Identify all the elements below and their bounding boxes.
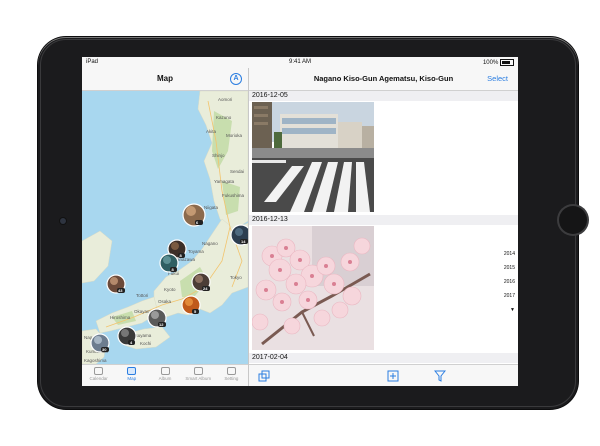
tab-label: Calendar — [89, 376, 108, 381]
year-index-more[interactable]: ▼ — [495, 307, 515, 321]
map-icon — [127, 367, 137, 375]
map-title: Map — [157, 74, 173, 83]
select-button[interactable]: Select — [487, 74, 508, 83]
map-label: Morioka — [226, 133, 243, 138]
year-index-item[interactable]: 2015 — [495, 265, 515, 279]
tab-album[interactable]: Album — [148, 365, 181, 386]
map-label: Fukushima — [222, 193, 245, 198]
tab-label: Setting — [224, 376, 239, 381]
calendar-icon — [94, 367, 104, 375]
map-label: Tokyo — [230, 275, 242, 280]
map-label: Kagoshima — [84, 358, 107, 363]
photo-cluster[interactable]: 12 — [147, 308, 167, 328]
detail-navigation-bar: Nagano Kiso-Gun Agematsu, Kiso-Gun Selec… — [249, 68, 518, 91]
location-title: Nagano Kiso-Gun Agematsu, Kiso-Gun — [313, 74, 454, 83]
map-label: Hiroshima — [110, 315, 131, 320]
map-label: Kyoto — [164, 287, 176, 292]
cluster-count: 30 — [102, 347, 107, 352]
section-date: 2016-12-13 — [252, 216, 288, 223]
street-photo-image[interactable] — [252, 102, 374, 212]
settings-icon — [226, 367, 236, 375]
map-label: Osaka — [158, 299, 172, 304]
tab-bar: Calendar Map Album Smart Album Setting — [82, 364, 248, 386]
photo-cluster[interactable]: 5 — [181, 295, 201, 315]
home-button[interactable] — [559, 206, 587, 234]
bottom-toolbar — [249, 364, 518, 386]
date-section-header: 2016-12-05 — [249, 91, 518, 101]
photo-cluster[interactable]: 24 — [191, 272, 211, 292]
photo-cluster[interactable]: 14 — [230, 224, 248, 246]
app-screen: iPad 9:41 AM 100% Map A Aomori Kazuno Ak… — [82, 57, 518, 386]
map-label: Aomori — [218, 97, 232, 102]
date-section-header: 2016-12-13 — [249, 215, 518, 225]
filter-icon[interactable] — [434, 370, 446, 382]
map-label: Nagano — [202, 241, 218, 246]
map-canvas[interactable]: Aomori Kazuno Akita Morioka Shinjo Senda… — [82, 91, 248, 364]
street-crosswalk-photo[interactable] — [252, 102, 374, 212]
cluster-count: 43 — [118, 288, 123, 293]
photo-cluster[interactable]: 4 — [117, 326, 137, 346]
photo-cluster[interactable]: 30 — [90, 333, 110, 353]
tab-label: Album — [158, 376, 172, 381]
map-label: Shinjo — [212, 153, 225, 158]
blossom-photo-image[interactable] — [252, 226, 374, 350]
year-index-item[interactable]: 2017 — [495, 293, 515, 307]
tab-setting[interactable]: Setting — [215, 365, 248, 386]
cluster-count: 12 — [159, 322, 164, 327]
front-camera — [60, 218, 66, 224]
map-label: Yamagata — [214, 179, 235, 184]
map-label: Niigata — [204, 205, 219, 210]
battery-percent: 100% — [482, 60, 499, 67]
add-icon[interactable] — [387, 370, 399, 382]
photo-map[interactable]: Aomori Kazuno Akita Morioka Shinjo Senda… — [82, 91, 248, 364]
date-section-header: 2017-02-04 — [249, 353, 518, 363]
battery-icon — [500, 59, 514, 66]
tab-smart-album[interactable]: Smart Album — [182, 365, 215, 386]
cluster-count: 14 — [241, 239, 246, 244]
cherry-blossom-photo[interactable] — [252, 226, 374, 350]
section-date: 2016-12-05 — [252, 92, 288, 99]
map-label: Akita — [206, 129, 217, 134]
photo-cluster[interactable]: 8 — [159, 253, 179, 273]
battery-status: 100% — [483, 59, 514, 66]
photo-cluster[interactable]: 6 — [182, 203, 206, 227]
clock: 9:41 AM — [288, 59, 311, 65]
tab-label: Smart Album — [185, 376, 212, 381]
map-label: Toyama — [188, 249, 204, 254]
album-icon — [160, 367, 170, 375]
year-index-item[interactable]: 2014 — [495, 251, 515, 265]
cluster-count: 24 — [203, 286, 208, 291]
photo-list[interactable]: 2016-12-05 2016-12-13 2017-02-04 2014 20… — [249, 91, 518, 364]
map-navigation-bar: Map A — [82, 68, 248, 91]
tab-calendar[interactable]: Calendar — [82, 365, 115, 386]
map-label: Kazuno — [216, 115, 232, 120]
photo-cluster[interactable]: 43 — [106, 274, 126, 294]
location-arrow-icon[interactable]: A — [230, 73, 242, 85]
tab-map[interactable]: Map — [115, 365, 148, 386]
year-index-item[interactable]: 2016 — [495, 279, 515, 293]
smart-album-icon — [193, 367, 203, 375]
tab-label: Map — [127, 376, 137, 381]
year-index[interactable]: 2014 2015 2016 2017 ▼ — [495, 251, 515, 321]
map-label: Tottori — [136, 293, 148, 298]
section-date: 2017-02-04 — [252, 354, 288, 361]
map-label: Sendai — [230, 169, 244, 174]
share-icon[interactable] — [258, 370, 270, 382]
map-label: Kochi — [140, 341, 151, 346]
status-bar: iPad 9:41 AM 100% — [82, 57, 518, 68]
